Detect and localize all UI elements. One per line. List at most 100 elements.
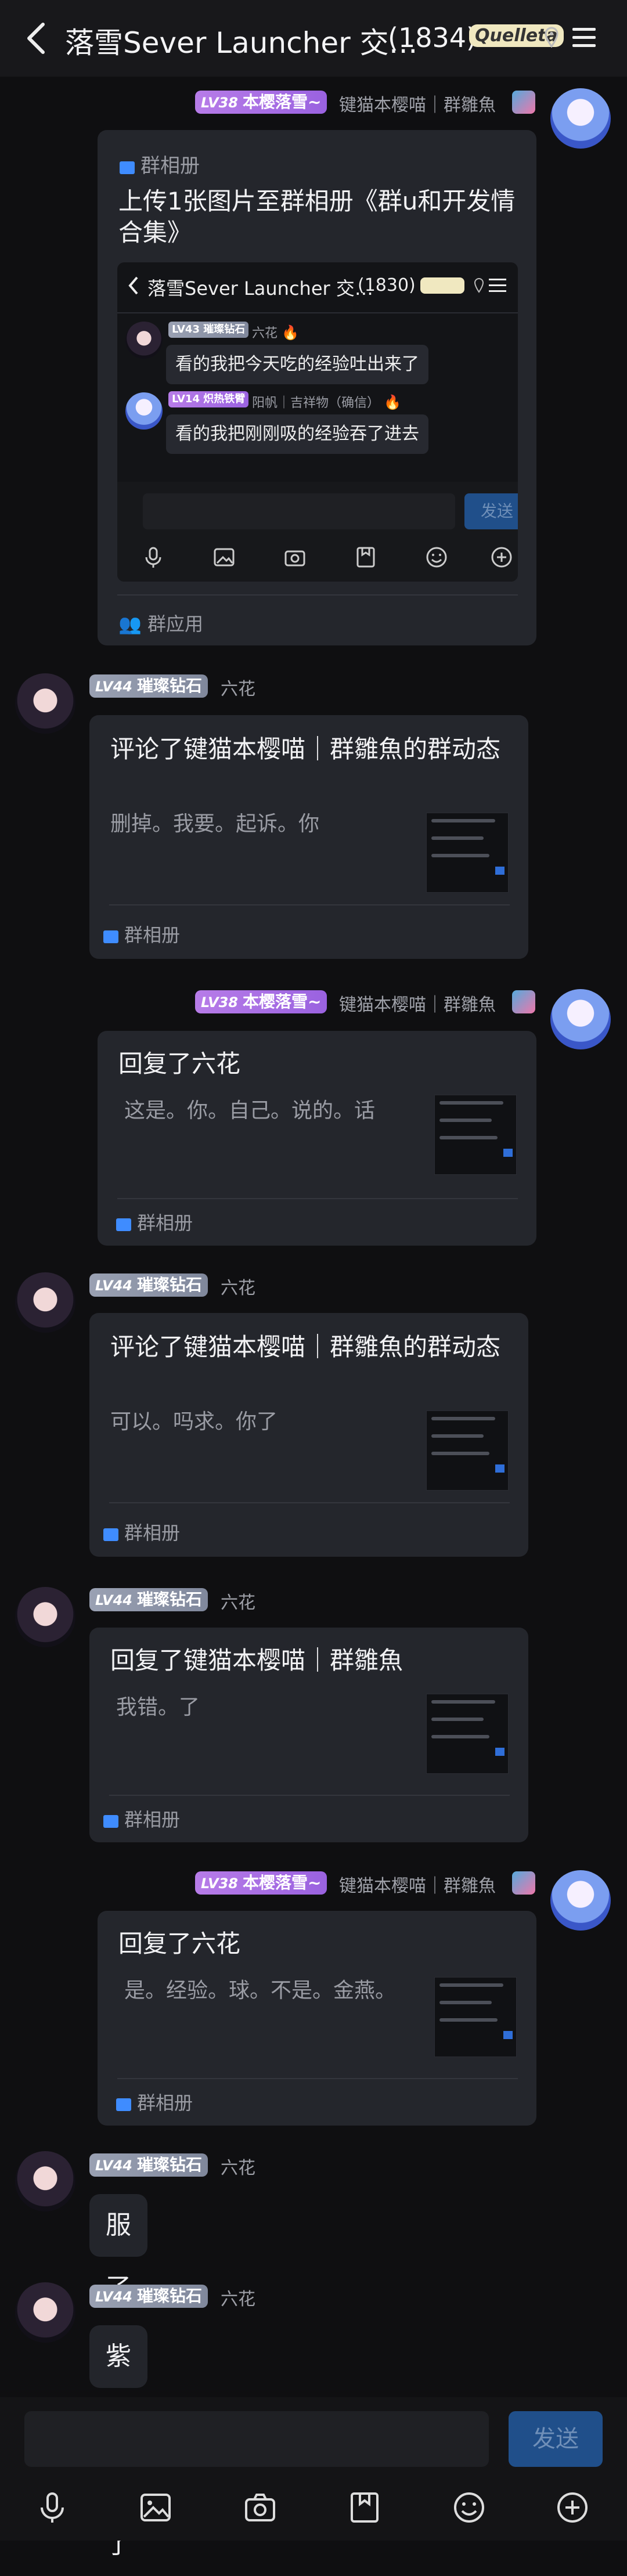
menu-icon bbox=[489, 279, 506, 292]
image-icon[interactable] bbox=[138, 2490, 173, 2525]
app-icon: 👥 bbox=[118, 613, 142, 635]
decor-icon bbox=[512, 91, 535, 114]
sender-nick: 键猫本樱喵｜群雛魚 bbox=[339, 95, 496, 116]
album-upload-card[interactable]: 群相册 上传1张图片至群相册《群u和开发情合集》 落雪Sever Launche… bbox=[98, 130, 536, 645]
mic-icon[interactable] bbox=[35, 2490, 70, 2525]
screenshot-image[interactable]: 落雪Sever Launcher 交… (1830) LV43 璀璨钻石 六花 … bbox=[117, 262, 518, 582]
send-button[interactable]: 发送 bbox=[509, 2411, 603, 2467]
album-card[interactable]: 回复了键猫本樱喵｜群雛魚 我错。了 群相册 bbox=[89, 1628, 528, 1842]
card-body: 我错。了 bbox=[116, 1695, 200, 1719]
message-bubble[interactable]: 服了 bbox=[89, 2194, 147, 2303]
album-icon bbox=[103, 1528, 118, 1541]
image-icon bbox=[214, 548, 235, 567]
member-count: (1834) bbox=[388, 22, 477, 53]
mic-icon bbox=[145, 547, 161, 568]
card-title: 评论了键猫本樱喵｜群雛魚的群动态 bbox=[110, 735, 501, 763]
album-card[interactable]: 评论了键猫本樱喵｜群雛魚的群动态 可以。吗求。你了 群相册 bbox=[89, 1313, 528, 1557]
level-badge: LV14 炽热铁臂 bbox=[168, 391, 249, 407]
card-footer[interactable]: 群相册 bbox=[116, 1208, 193, 1235]
album-icon bbox=[103, 930, 118, 943]
inner-title: 落雪Sever Launcher 交… bbox=[147, 277, 373, 300]
album-thumbnail[interactable] bbox=[426, 1410, 509, 1491]
album-icon bbox=[116, 1218, 131, 1231]
card-footer[interactable]: 群相册 bbox=[116, 2088, 193, 2115]
level-badge: LV38 本樱落雪~ bbox=[195, 1871, 327, 1895]
avatar[interactable] bbox=[15, 1272, 75, 1333]
sender-nick: 六花 bbox=[221, 2158, 255, 2178]
sender-nick: 六花 bbox=[221, 1593, 255, 1613]
emoji-icon bbox=[426, 547, 447, 568]
card-body: 这是。你。自己。说的。话 bbox=[124, 1099, 376, 1123]
avatar[interactable] bbox=[15, 2282, 75, 2343]
card-title: 回复了六花 bbox=[118, 1049, 241, 1078]
card-title: 回复了键猫本樱喵｜群雛魚 bbox=[110, 1646, 403, 1675]
card-footer[interactable]: 群相册 bbox=[103, 1518, 180, 1545]
album-icon bbox=[120, 161, 135, 174]
sender-nick: 六花 bbox=[221, 679, 255, 699]
sender-nick: 六花 bbox=[221, 2289, 255, 2310]
level-badge: LV44 璀璨钻石 bbox=[89, 1588, 208, 1611]
album-card[interactable]: 评论了键猫本樱喵｜群雛魚的群动态 删掉。我要。起诉。你 群相册 bbox=[89, 715, 528, 959]
card-body: 可以。吗求。你了 bbox=[110, 1410, 278, 1434]
album-icon bbox=[116, 2098, 131, 2111]
decor-icon bbox=[512, 990, 535, 1013]
avatar[interactable] bbox=[550, 1870, 611, 1931]
level-badge: LV38 本樱落雪~ bbox=[195, 91, 327, 114]
menu-icon[interactable] bbox=[570, 23, 598, 51]
album-thumbnail[interactable] bbox=[434, 1095, 517, 1175]
message-bubble: 看的我把刚刚吸的经验吞了进去 bbox=[166, 414, 428, 454]
group-badge-art bbox=[420, 277, 464, 294]
avatar[interactable] bbox=[15, 673, 75, 734]
album-card[interactable]: 回复了六花 这是。你。自己。说的。话 群相册 bbox=[98, 1031, 536, 1246]
album-icon bbox=[103, 1815, 118, 1828]
bookmark-icon[interactable] bbox=[347, 2490, 382, 2525]
album-card[interactable]: 回复了六花 是。经验。球。不是。金燕。 群相册 bbox=[98, 1911, 536, 2126]
top-bar: 落雪Sever Launcher 交… (1834) Quelleta bbox=[0, 0, 627, 77]
inner-input bbox=[143, 493, 455, 529]
camera-icon[interactable] bbox=[243, 2490, 278, 2525]
bookmark-icon bbox=[356, 547, 375, 568]
message-bubble[interactable]: 紫薇去了 bbox=[89, 2325, 147, 2559]
card-footer[interactable]: 群相册 bbox=[103, 1805, 180, 1832]
plus-icon bbox=[491, 547, 512, 568]
camera-icon bbox=[284, 550, 305, 567]
level-badge: LV44 璀璨钻石 bbox=[89, 1273, 208, 1297]
album-thumbnail[interactable] bbox=[434, 1977, 517, 2057]
back-icon bbox=[128, 276, 138, 295]
plus-icon[interactable] bbox=[555, 2490, 590, 2525]
decor-icon bbox=[512, 1871, 535, 1895]
avatar[interactable] bbox=[15, 2151, 75, 2211]
message-bubble: 看的我把今天吃的经验吐出来了 bbox=[166, 345, 428, 384]
album-thumbnail[interactable] bbox=[426, 813, 509, 893]
back-icon[interactable] bbox=[22, 21, 52, 56]
level-badge: LV43 璀璨钻石 bbox=[168, 322, 249, 338]
avatar[interactable] bbox=[550, 989, 611, 1049]
sender-nick: 六花 🔥 bbox=[252, 324, 299, 341]
card-title: 回复了六花 bbox=[118, 1929, 241, 1958]
avatar bbox=[125, 392, 163, 430]
card-source: 群相册 bbox=[120, 150, 200, 178]
sender-nick: 阳帆｜吉祥物（确信） 🔥 bbox=[252, 394, 401, 410]
card-footer[interactable]: 👥 群应用 bbox=[118, 609, 203, 636]
card-body: 是。经验。球。不是。金燕。 bbox=[124, 1979, 397, 2003]
level-badge: LV38 本樱落雪~ bbox=[195, 990, 327, 1013]
sender-nick: 六花 bbox=[221, 1278, 255, 1298]
avatar[interactable] bbox=[550, 88, 611, 149]
level-badge: LV44 璀璨钻石 bbox=[89, 2285, 208, 2308]
card-footer[interactable]: 群相册 bbox=[103, 921, 180, 947]
chat-title[interactable]: 落雪Sever Launcher 交… bbox=[65, 20, 418, 62]
album-thumbnail[interactable] bbox=[426, 1694, 509, 1774]
message-input[interactable] bbox=[24, 2411, 489, 2467]
card-text: 上传1张图片至群相册《群u和开发情合集》 bbox=[118, 187, 516, 247]
sender-nick: 键猫本樱喵｜群雛魚 bbox=[339, 995, 496, 1015]
location-icon[interactable] bbox=[543, 26, 560, 51]
location-icon bbox=[474, 277, 484, 293]
sender-nick: 键猫本樱喵｜群雛魚 bbox=[339, 1876, 496, 1896]
emoji-icon[interactable] bbox=[452, 2490, 487, 2525]
avatar bbox=[125, 322, 163, 359]
avatar[interactable] bbox=[15, 1587, 75, 1647]
level-badge: LV44 璀璨钻石 bbox=[89, 674, 208, 698]
inner-count: (1830) bbox=[358, 275, 416, 295]
inner-send-button: 发送 bbox=[464, 493, 518, 529]
card-body: 删掉。我要。起诉。你 bbox=[110, 812, 320, 836]
